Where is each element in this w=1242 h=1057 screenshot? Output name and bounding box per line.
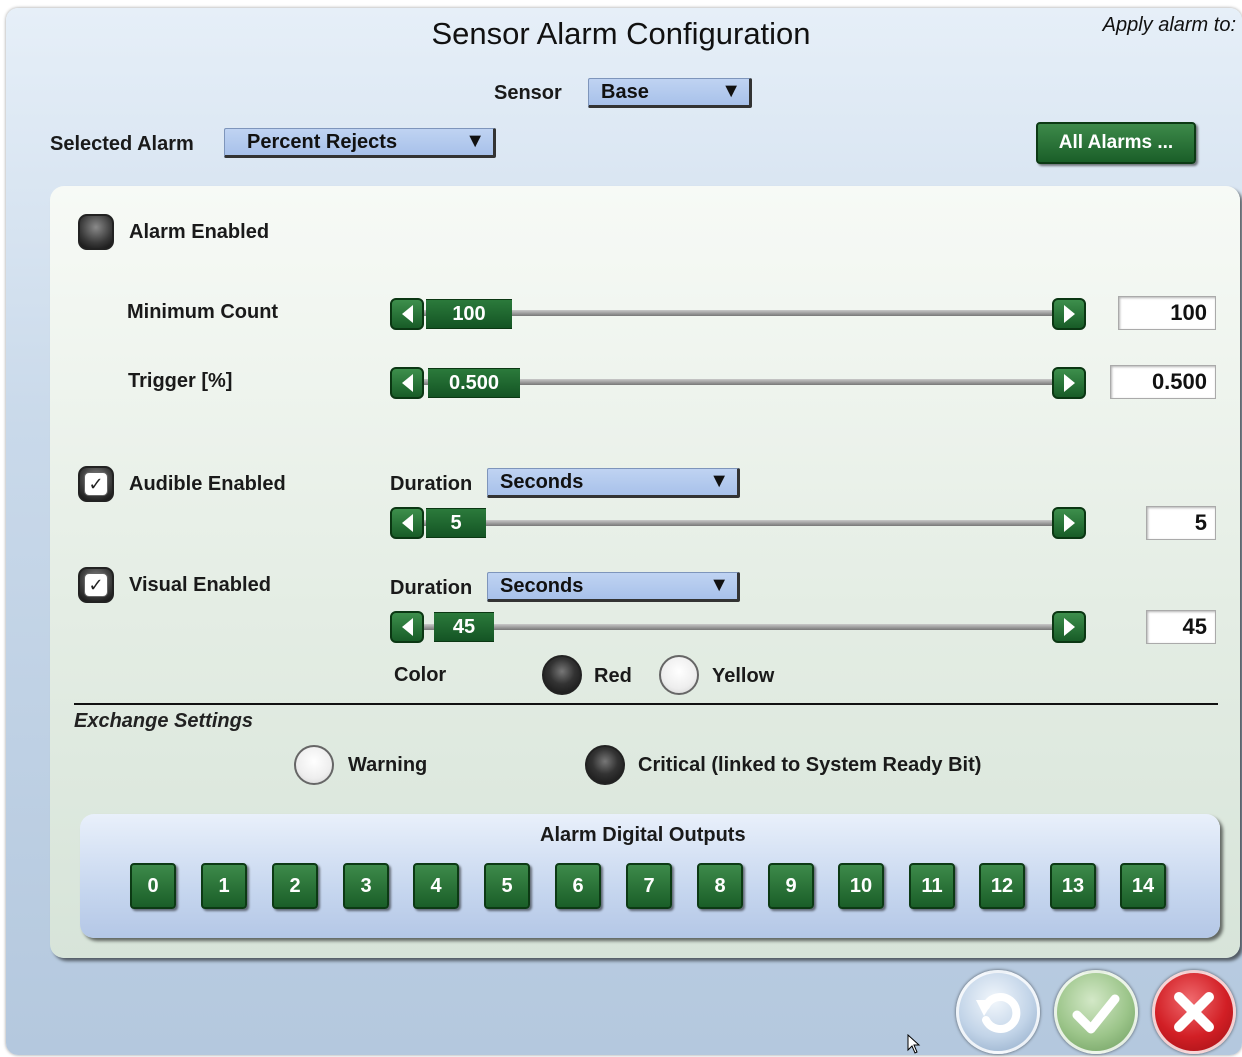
output-button-8[interactable]: 8 (697, 863, 743, 909)
warning-radio[interactable] (294, 745, 334, 785)
visual-increase-button[interactable] (1052, 611, 1086, 643)
chevron-down-icon: ▼ (709, 574, 729, 596)
output-button-2[interactable]: 2 (272, 863, 318, 909)
output-button-6[interactable]: 6 (555, 863, 601, 909)
trigger-field[interactable]: 0.500 (1110, 365, 1216, 399)
trigger-increase-button[interactable] (1052, 367, 1086, 399)
visual-enabled-checkbox[interactable]: ✓ (78, 567, 114, 603)
minimum-count-decrease-button[interactable] (390, 298, 424, 330)
chevron-down-icon: ▼ (709, 470, 729, 492)
visual-enabled-label: Visual Enabled (129, 574, 271, 596)
selected-alarm-value: Percent Rejects (247, 130, 398, 153)
visual-slider-track[interactable] (420, 624, 1060, 630)
critical-radio[interactable] (585, 745, 625, 785)
cancel-button[interactable] (1152, 970, 1236, 1054)
visual-duration-field[interactable]: 45 (1146, 610, 1216, 644)
check-mark-icon: ✓ (84, 573, 108, 597)
warning-label: Warning (348, 754, 428, 776)
audible-slider-track[interactable] (420, 520, 1060, 526)
visual-duration-value: Seconds (500, 574, 584, 597)
minimum-count-field[interactable]: 100 (1118, 296, 1216, 330)
arrow-right-icon (1063, 305, 1075, 323)
alarm-enabled-checkbox[interactable] (78, 214, 114, 250)
mouse-cursor-icon (907, 1034, 921, 1054)
output-button-14[interactable]: 14 (1120, 863, 1166, 909)
audible-duration-field[interactable]: 5 (1146, 506, 1216, 540)
output-button-13[interactable]: 13 (1050, 863, 1096, 909)
arrow-left-icon (401, 514, 413, 532)
visual-decrease-button[interactable] (390, 611, 424, 643)
arrow-left-icon (401, 618, 413, 636)
alarm-digital-outputs-title: Alarm Digital Outputs (540, 824, 746, 846)
arrow-left-icon (401, 305, 413, 323)
chevron-down-icon: ▼ (465, 130, 485, 152)
arrow-right-icon (1063, 514, 1075, 532)
audible-slider-thumb[interactable]: 5 (426, 508, 486, 538)
exchange-settings-heading: Exchange Settings (74, 710, 253, 732)
output-button-4[interactable]: 4 (413, 863, 459, 909)
visual-duration-label: Duration (390, 577, 473, 599)
output-button-11[interactable]: 11 (909, 863, 955, 909)
trigger-label: Trigger [%] (128, 370, 233, 392)
check-mark-icon: ✓ (84, 472, 108, 496)
all-alarms-button[interactable]: All Alarms ... (1036, 122, 1196, 164)
audible-decrease-button[interactable] (390, 507, 424, 539)
output-button-7[interactable]: 7 (626, 863, 672, 909)
x-icon (1174, 992, 1214, 1032)
output-button-9[interactable]: 9 (768, 863, 814, 909)
visual-slider-thumb[interactable]: 45 (434, 612, 494, 642)
sensor-label: Sensor (494, 82, 562, 104)
trigger-decrease-button[interactable] (390, 367, 424, 399)
trigger-slider-thumb[interactable]: 0.500 (428, 368, 520, 398)
arrow-right-icon (1063, 618, 1075, 636)
audible-duration-label: Duration (390, 473, 473, 495)
arrow-left-icon (401, 374, 413, 392)
output-button-0[interactable]: 0 (130, 863, 176, 909)
alarm-enabled-label: Alarm Enabled (129, 221, 270, 243)
output-button-10[interactable]: 10 (838, 863, 884, 909)
minimum-count-slider-thumb[interactable]: 100 (426, 299, 512, 329)
chevron-down-icon: ▼ (721, 80, 741, 102)
section-divider (74, 703, 1218, 705)
ok-button[interactable] (1054, 970, 1138, 1054)
minimum-count-label: Minimum Count (127, 301, 279, 323)
arrow-right-icon (1063, 374, 1075, 392)
minimum-count-slider-track[interactable] (420, 310, 1060, 316)
check-icon (1072, 994, 1120, 1034)
output-button-12[interactable]: 12 (979, 863, 1025, 909)
sensor-dropdown[interactable]: Base ▼ (588, 78, 752, 108)
visual-duration-dropdown[interactable]: Seconds ▼ (487, 572, 740, 602)
selected-alarm-label: Selected Alarm (50, 133, 194, 155)
color-yellow-label: Yellow (712, 665, 775, 687)
minimum-count-increase-button[interactable] (1052, 298, 1086, 330)
color-red-label: Red (594, 665, 632, 687)
audible-duration-dropdown[interactable]: Seconds ▼ (487, 468, 740, 498)
color-yellow-radio[interactable] (659, 655, 699, 695)
color-label: Color (394, 664, 447, 686)
sensor-value: Base (601, 80, 649, 103)
critical-label: Critical (linked to System Ready Bit) (638, 754, 982, 776)
audible-enabled-checkbox[interactable]: ✓ (78, 466, 114, 502)
color-red-radio[interactable] (542, 655, 582, 695)
reset-icon (976, 993, 1021, 1033)
apply-alarm-label: Apply alarm to: (1102, 14, 1236, 36)
output-button-1[interactable]: 1 (201, 863, 247, 909)
output-button-5[interactable]: 5 (484, 863, 530, 909)
reset-button[interactable] (956, 970, 1040, 1054)
selected-alarm-dropdown[interactable]: Percent Rejects ▼ (224, 128, 496, 158)
audible-duration-value: Seconds (500, 470, 584, 493)
page-title: Sensor Alarm Configuration (431, 16, 811, 51)
audible-enabled-label: Audible Enabled (129, 473, 286, 495)
output-button-3[interactable]: 3 (343, 863, 389, 909)
audible-increase-button[interactable] (1052, 507, 1086, 539)
